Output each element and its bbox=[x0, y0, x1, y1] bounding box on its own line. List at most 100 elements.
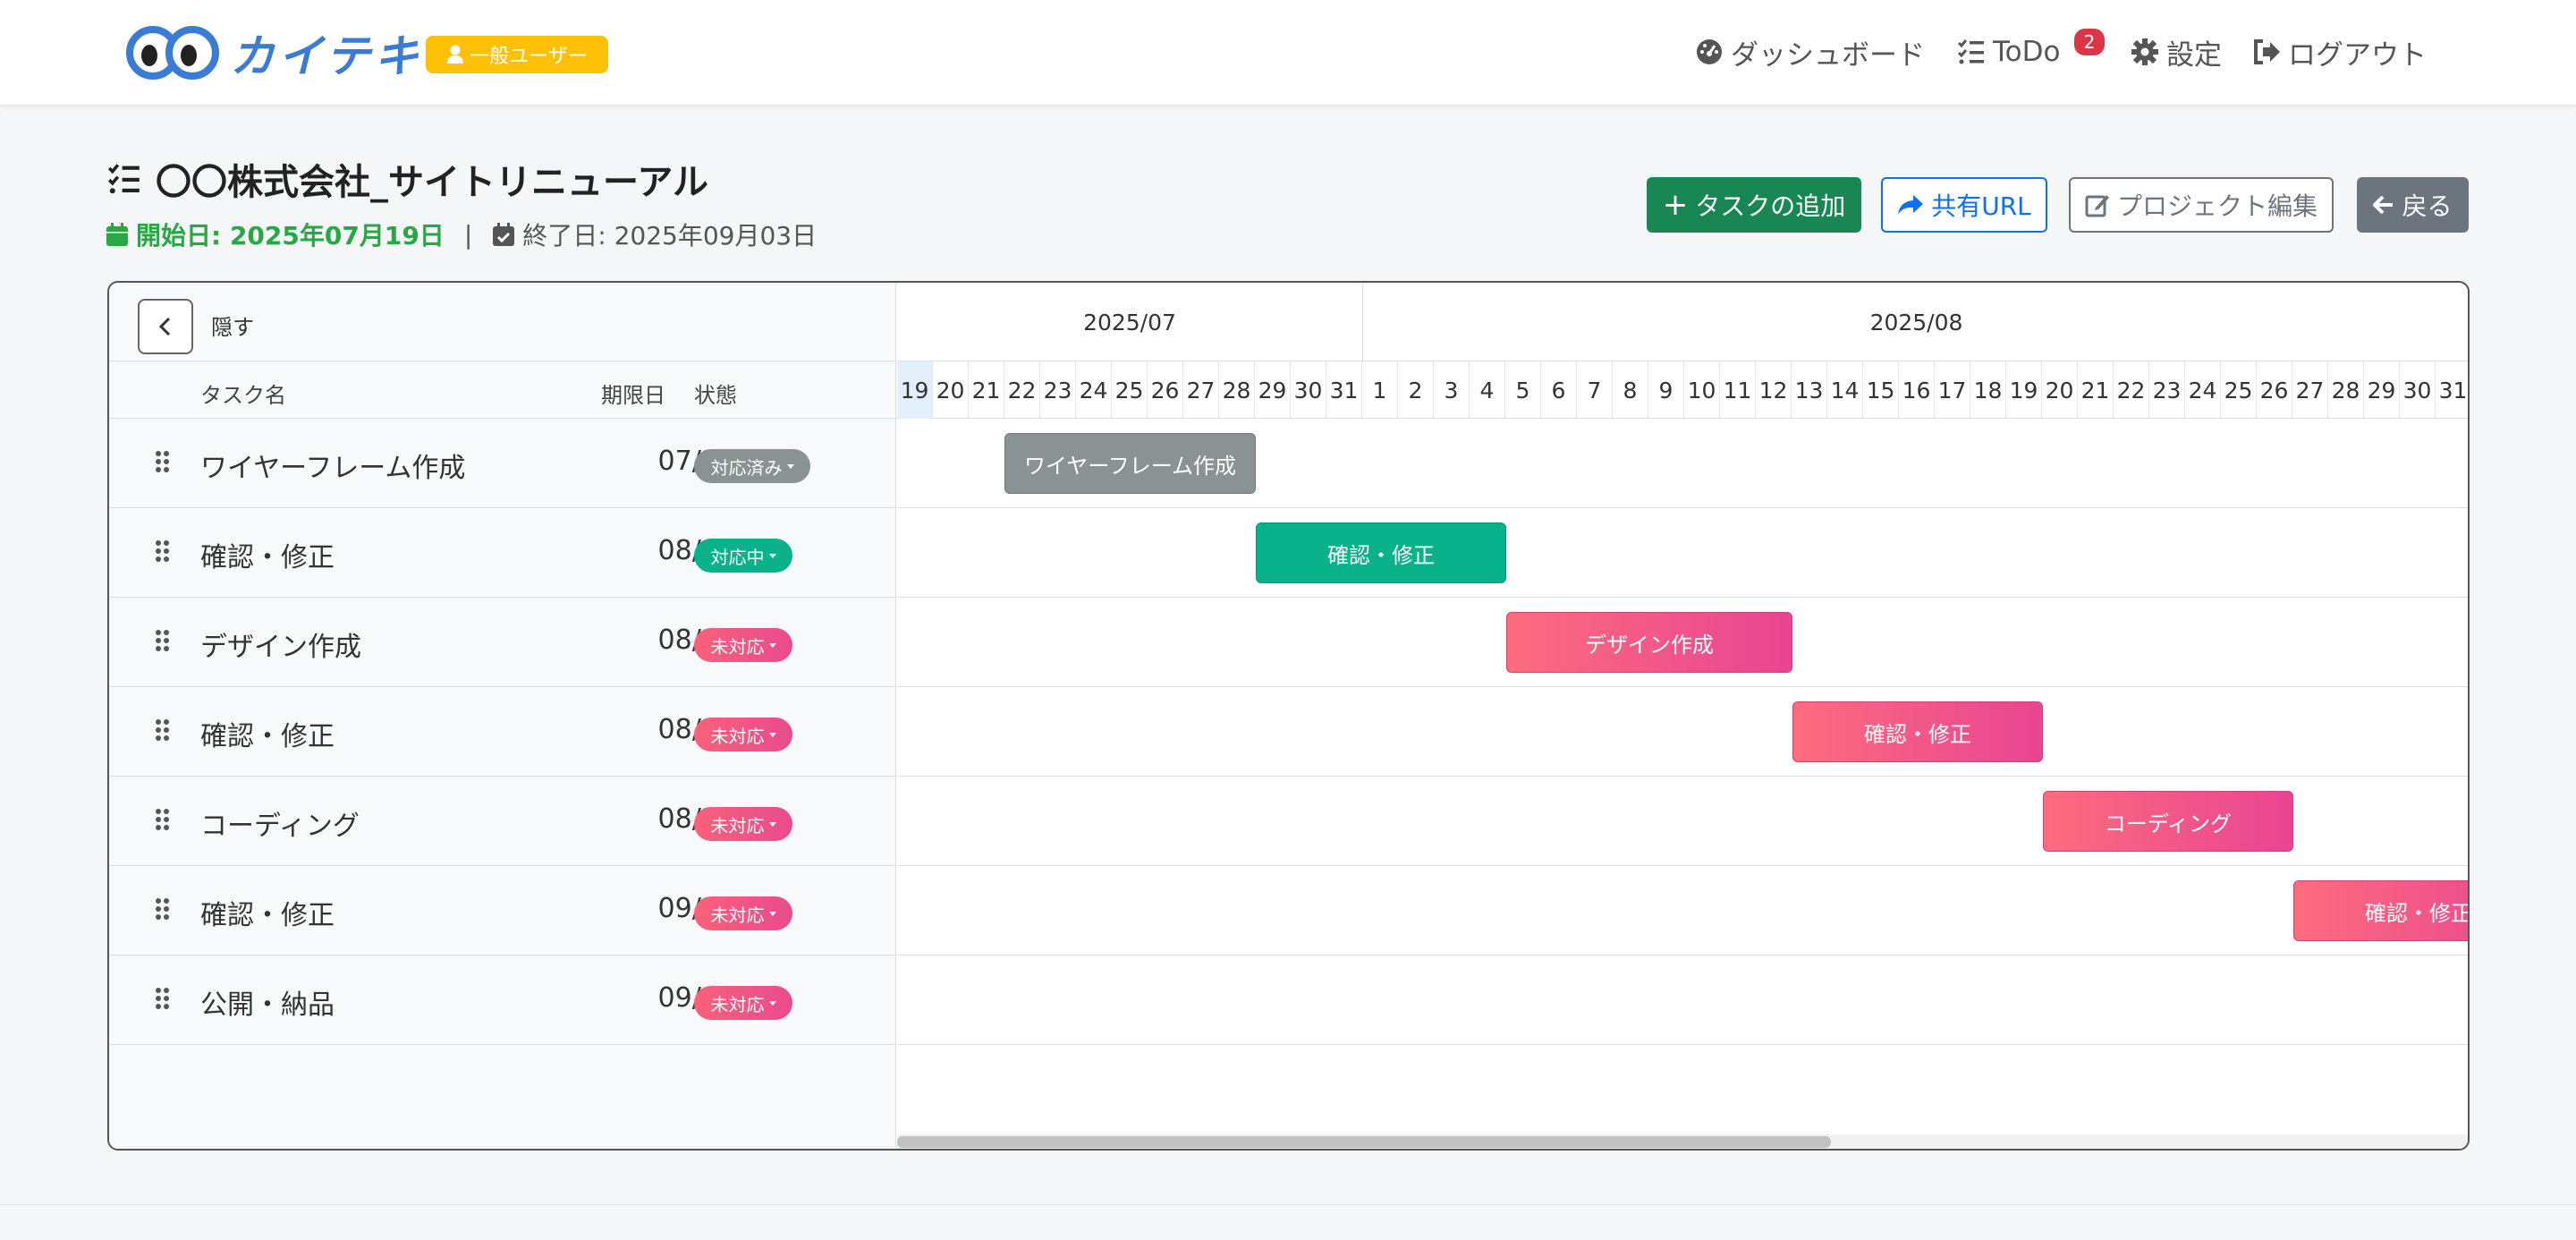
drag-handle-icon[interactable] bbox=[156, 719, 170, 741]
date-separator: | bbox=[463, 219, 473, 250]
share-url-label: 共有URL bbox=[1931, 191, 2031, 221]
drag-handle-icon[interactable] bbox=[156, 809, 170, 830]
drag-handle-icon[interactable] bbox=[156, 451, 170, 472]
status-dropdown[interactable]: 未対応 bbox=[694, 807, 792, 841]
timeline-row: ワイヤーフレーム作成 bbox=[897, 419, 2468, 508]
day-cell: 5 bbox=[1505, 361, 1541, 419]
logo-text: カイテキ bbox=[230, 30, 422, 82]
task-row[interactable]: コーディング08/26未対応 bbox=[109, 777, 896, 866]
drag-handle-icon[interactable] bbox=[156, 988, 170, 1009]
status-label: 未対応 bbox=[710, 993, 765, 1015]
status-dropdown[interactable]: 未対応 bbox=[694, 628, 792, 662]
task-name[interactable]: ワイヤーフレーム作成 bbox=[200, 446, 465, 485]
footer-divider bbox=[0, 1204, 2576, 1205]
timeline-row: 確認・修正 bbox=[897, 866, 2468, 955]
task-row[interactable]: 確認・修正08/04対応中 bbox=[109, 508, 896, 598]
nav-dashboard[interactable]: ダッシュボード bbox=[1695, 27, 1925, 77]
caret-down-icon bbox=[768, 732, 776, 737]
status-dropdown[interactable]: 未対応 bbox=[694, 896, 792, 930]
day-cell: 7 bbox=[1577, 361, 1613, 419]
task-name[interactable]: 公開・納品 bbox=[200, 982, 335, 1022]
hide-row: 隠す bbox=[109, 283, 896, 361]
col-task-name: タスク名 bbox=[200, 383, 286, 408]
role-label: 一般ユーザー bbox=[470, 46, 588, 68]
hide-panel-button[interactable] bbox=[138, 299, 193, 354]
task-name[interactable]: コーディング bbox=[200, 803, 360, 843]
day-cell: 3 bbox=[1434, 361, 1470, 419]
arrow-left-icon bbox=[2373, 195, 2394, 215]
month-header: 2025/07 2025/08 bbox=[897, 283, 2468, 361]
edit-project-button[interactable]: プロジェクト編集 bbox=[2069, 177, 2334, 233]
day-cell: 25 bbox=[2221, 361, 2257, 419]
status-dropdown[interactable]: 未対応 bbox=[694, 718, 792, 752]
app-logo[interactable]: カイテキ bbox=[126, 23, 422, 82]
list-check-icon bbox=[1957, 38, 1986, 65]
gear-icon bbox=[2131, 38, 2159, 66]
day-cell: 9 bbox=[1648, 361, 1684, 419]
day-cell: 1 bbox=[1362, 361, 1398, 419]
day-cell: 28 bbox=[1219, 361, 1255, 419]
day-cell: 15 bbox=[1863, 361, 1899, 419]
nav-settings-label: 設定 bbox=[2166, 38, 2222, 72]
share-url-button[interactable]: 共有URL bbox=[1881, 177, 2047, 233]
calendar-check-icon bbox=[493, 223, 515, 246]
task-name[interactable]: デザイン作成 bbox=[200, 624, 361, 664]
status-label: 対応済み bbox=[710, 456, 783, 479]
task-name[interactable]: 確認・修正 bbox=[200, 714, 335, 753]
task-bar[interactable]: 確認・修正 bbox=[1792, 701, 2043, 762]
back-button[interactable]: 戻る bbox=[2357, 177, 2469, 233]
day-cell: 4 bbox=[1470, 361, 1505, 419]
drag-handle-icon[interactable] bbox=[156, 898, 170, 920]
status-dropdown[interactable]: 対応済み bbox=[694, 449, 810, 483]
status-dropdown[interactable]: 未対応 bbox=[694, 986, 792, 1020]
start-date: 開始日: 2025年07月19日 bbox=[106, 217, 445, 252]
caret-down-icon bbox=[768, 553, 776, 558]
day-cell: 24 bbox=[2185, 361, 2221, 419]
task-name[interactable]: 確認・修正 bbox=[200, 893, 335, 932]
task-row[interactable]: 確認・修正09/02未対応 bbox=[109, 866, 896, 955]
day-cell: 2 bbox=[1398, 361, 1434, 419]
task-row[interactable]: デザイン作成08/12未対応 bbox=[109, 598, 896, 687]
day-cell: 19 bbox=[2006, 361, 2042, 419]
task-row[interactable]: 確認・修正08/19未対応 bbox=[109, 687, 896, 777]
task-name[interactable]: 確認・修正 bbox=[200, 535, 335, 574]
day-header: 19 20 21 22 23 24 25 26 27 28 29 30 31 1 2 3 4 5 6 7 8 9 10 11 1… bbox=[897, 361, 2468, 419]
caret-down-icon bbox=[786, 463, 794, 469]
project-title: 〇〇株式会社_サイトリニューアル bbox=[106, 154, 708, 204]
day-cell: 11 bbox=[1720, 361, 1756, 419]
task-bar[interactable]: デザイン作成 bbox=[1506, 612, 1792, 673]
day-cell: 21 bbox=[969, 361, 1004, 419]
task-bar[interactable]: 確認・修正 bbox=[2293, 880, 2468, 941]
day-cell: 26 bbox=[2257, 361, 2292, 419]
project-dates: 開始日: 2025年07月19日 | 終了日: 2025年09月03日 bbox=[106, 215, 817, 254]
month-label: 2025/07 bbox=[897, 283, 1363, 361]
horizontal-scrollbar[interactable] bbox=[897, 1134, 2468, 1149]
day-cell: 25 bbox=[1112, 361, 1148, 419]
day-cell: 27 bbox=[2292, 361, 2328, 419]
task-bar[interactable]: ワイヤーフレーム作成 bbox=[1004, 433, 1256, 494]
day-cell: 16 bbox=[1899, 361, 1935, 419]
day-cell: 29 bbox=[2364, 361, 2400, 419]
nav-todo[interactable]: ToDo bbox=[1957, 27, 2060, 77]
chevron-left-icon bbox=[158, 317, 171, 336]
share-icon bbox=[1898, 195, 1924, 215]
add-task-button[interactable]: + タスクの追加 bbox=[1647, 177, 1861, 233]
status-dropdown[interactable]: 対応中 bbox=[694, 539, 792, 573]
month-label: 2025/08 bbox=[1869, 309, 1963, 335]
nav-settings[interactable]: 設定 bbox=[2131, 27, 2222, 77]
caret-down-icon bbox=[768, 821, 776, 827]
task-bar[interactable]: 確認・修正 bbox=[1256, 522, 1506, 583]
task-row[interactable]: ワイヤーフレーム作成07/28対応済み bbox=[109, 419, 896, 508]
scrollbar-thumb[interactable] bbox=[897, 1136, 1831, 1148]
drag-handle-icon[interactable] bbox=[156, 630, 170, 651]
day-cell: 20 bbox=[2042, 361, 2078, 419]
status-label: 未対応 bbox=[710, 904, 765, 926]
drag-handle-icon[interactable] bbox=[156, 540, 170, 562]
top-navbar: カイテキ 一般ユーザー ダッシュボード ToDo 2 設定 ログアウト bbox=[0, 0, 2576, 105]
caret-down-icon bbox=[768, 642, 776, 648]
day-cell: 6 bbox=[1541, 361, 1577, 419]
nav-logout[interactable]: ログアウト bbox=[2252, 27, 2427, 77]
caret-down-icon bbox=[768, 911, 776, 916]
task-row[interactable]: 公開・納品09/03未対応 bbox=[109, 955, 896, 1045]
task-bar[interactable]: コーディング bbox=[2043, 791, 2293, 852]
